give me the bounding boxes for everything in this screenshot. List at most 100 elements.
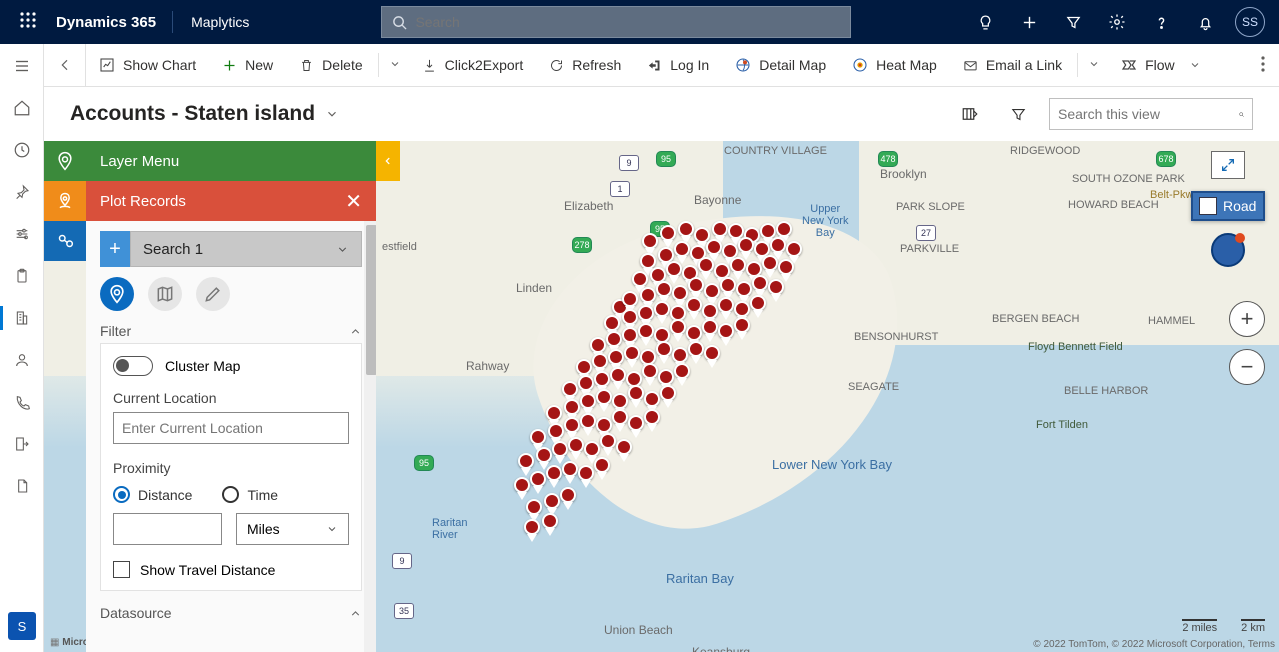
proximity-radio-time[interactable]: Time	[222, 486, 278, 503]
panel-collapse-button[interactable]	[376, 141, 400, 181]
rail-exit-icon[interactable]	[8, 430, 36, 458]
cmd-divider	[378, 53, 379, 77]
rail-building-icon[interactable]	[8, 304, 36, 332]
refresh-label: Refresh	[572, 57, 621, 73]
view-title-text: Accounts - Staten island	[70, 102, 315, 126]
left-nav-rail: S	[0, 44, 44, 652]
view-search-input[interactable]	[1058, 106, 1239, 122]
notifications-icon[interactable]	[1183, 0, 1227, 44]
click2export-button[interactable]: Click2Export	[409, 44, 537, 86]
rail-sliders-icon[interactable]	[8, 220, 36, 248]
layer-menu-header: Layer Menu	[86, 141, 376, 181]
mode-location-icon[interactable]	[100, 277, 134, 311]
map-scale: 2 miles2 km	[1182, 619, 1265, 634]
delete-button[interactable]: Delete	[286, 44, 375, 86]
proximity-radio-distance[interactable]: Distance	[113, 486, 192, 503]
rail-recent-icon[interactable]	[8, 136, 36, 164]
edit-columns-icon[interactable]	[953, 97, 987, 131]
locate-globe-icon[interactable]	[1211, 233, 1245, 267]
new-label: New	[245, 57, 273, 73]
chevron-down-icon	[325, 107, 339, 121]
map-canvas[interactable]: COUNTRY VILLAGE RIDGEWOOD Brooklyn PARK …	[44, 141, 1279, 652]
current-location-input[interactable]	[113, 412, 349, 444]
current-location-label: Current Location	[113, 390, 349, 406]
new-button[interactable]: New	[209, 44, 286, 86]
mode-region-icon[interactable]	[148, 277, 182, 311]
map-style-road[interactable]: Road	[1191, 191, 1265, 221]
proximity-label: Proximity	[113, 460, 349, 476]
rail-document-icon[interactable]	[8, 472, 36, 500]
flow-label: Flow	[1145, 57, 1175, 73]
login-button[interactable]: Log In	[634, 44, 722, 86]
rail-pin-icon[interactable]	[8, 178, 36, 206]
email-link-label: Email a Link	[986, 57, 1062, 73]
chevron-down-icon	[326, 523, 338, 535]
add-icon[interactable]	[1007, 0, 1051, 44]
filter-icon[interactable]	[1051, 0, 1095, 44]
cluster-map-toggle[interactable]	[113, 356, 153, 376]
rail-phone-icon[interactable]	[8, 388, 36, 416]
view-search[interactable]	[1049, 98, 1253, 130]
detail-map-label: Detail Map	[759, 57, 826, 73]
heat-map-button[interactable]: Heat Map	[839, 44, 950, 86]
global-search-input[interactable]	[415, 14, 840, 30]
zoom-in-button[interactable]: +	[1229, 301, 1265, 337]
user-avatar[interactable]: SS	[1235, 7, 1265, 37]
chevron-up-icon	[349, 325, 362, 338]
email-split-chevron-icon[interactable]	[1080, 57, 1108, 73]
rail-contact-icon[interactable]	[8, 346, 36, 374]
lightbulb-icon[interactable]	[963, 0, 1007, 44]
plot-records-header: Plot Records ✕	[86, 181, 376, 221]
global-search[interactable]	[381, 6, 851, 38]
detail-map-button[interactable]: Detail Map	[722, 44, 839, 86]
email-link-button[interactable]: Email a Link	[950, 44, 1075, 86]
search-icon	[1239, 107, 1244, 122]
app-launcher[interactable]	[6, 12, 50, 33]
panel-tab-layer[interactable]	[44, 141, 86, 181]
show-chart-button[interactable]: Show Chart	[86, 44, 209, 86]
help-icon[interactable]	[1139, 0, 1183, 44]
expand-map-icon[interactable]	[1211, 151, 1245, 179]
back-button[interactable]	[44, 44, 86, 86]
app-name[interactable]: Maplytics	[173, 14, 267, 30]
datasource-section-header[interactable]: Datasource	[100, 605, 362, 621]
proximity-unit-select[interactable]: Miles	[236, 513, 349, 545]
mode-drawing-icon[interactable]	[196, 277, 230, 311]
panel-tab-poi[interactable]	[44, 221, 86, 261]
rail-hamburger[interactable]	[8, 52, 36, 80]
add-search-button[interactable]: +	[100, 231, 130, 267]
search-dropdown-label: Search 1	[143, 241, 203, 258]
delete-label: Delete	[322, 57, 362, 73]
panel-scrollbar[interactable]	[364, 221, 376, 652]
show-travel-distance-checkbox[interactable]	[113, 561, 130, 578]
zoom-out-button[interactable]: −	[1229, 349, 1265, 385]
map-style-label: Road	[1223, 198, 1256, 214]
refresh-button[interactable]: Refresh	[536, 44, 634, 86]
flow-button[interactable]: Flow	[1108, 44, 1214, 86]
rail-area-badge[interactable]: S	[8, 612, 36, 640]
proximity-unit-label: Miles	[247, 521, 280, 537]
view-header: Accounts - Staten island	[44, 87, 1279, 141]
funnel-icon[interactable]	[1001, 97, 1035, 131]
map-side-panel: Layer Menu Plot Records ✕ + Search 1	[44, 141, 376, 652]
overflow-button[interactable]	[1247, 56, 1279, 75]
delete-split-chevron-icon[interactable]	[381, 57, 409, 73]
click2export-label: Click2Export	[445, 57, 524, 73]
panel-tab-plot[interactable]	[44, 181, 86, 221]
chevron-down-icon	[336, 243, 349, 256]
view-selector[interactable]: Accounts - Staten island	[70, 102, 339, 126]
rail-home-icon[interactable]	[8, 94, 36, 122]
filter-section-header[interactable]: Filter	[100, 323, 362, 339]
map-attribution: © 2022 TomTom, © 2022 Microsoft Corporat…	[1033, 639, 1275, 650]
close-panel-icon[interactable]: ✕	[345, 189, 362, 214]
search-dropdown[interactable]: Search 1	[130, 231, 362, 267]
proximity-value-input[interactable]	[113, 513, 222, 545]
rail-clipboard-icon[interactable]	[8, 262, 36, 290]
settings-icon[interactable]	[1095, 0, 1139, 44]
brand-name[interactable]: Dynamics 365	[50, 14, 172, 31]
login-label: Log In	[670, 57, 709, 73]
search-icon	[392, 15, 407, 30]
chevron-down-icon	[1189, 59, 1201, 71]
cluster-map-label: Cluster Map	[165, 358, 240, 374]
cmd-divider	[1077, 53, 1078, 77]
